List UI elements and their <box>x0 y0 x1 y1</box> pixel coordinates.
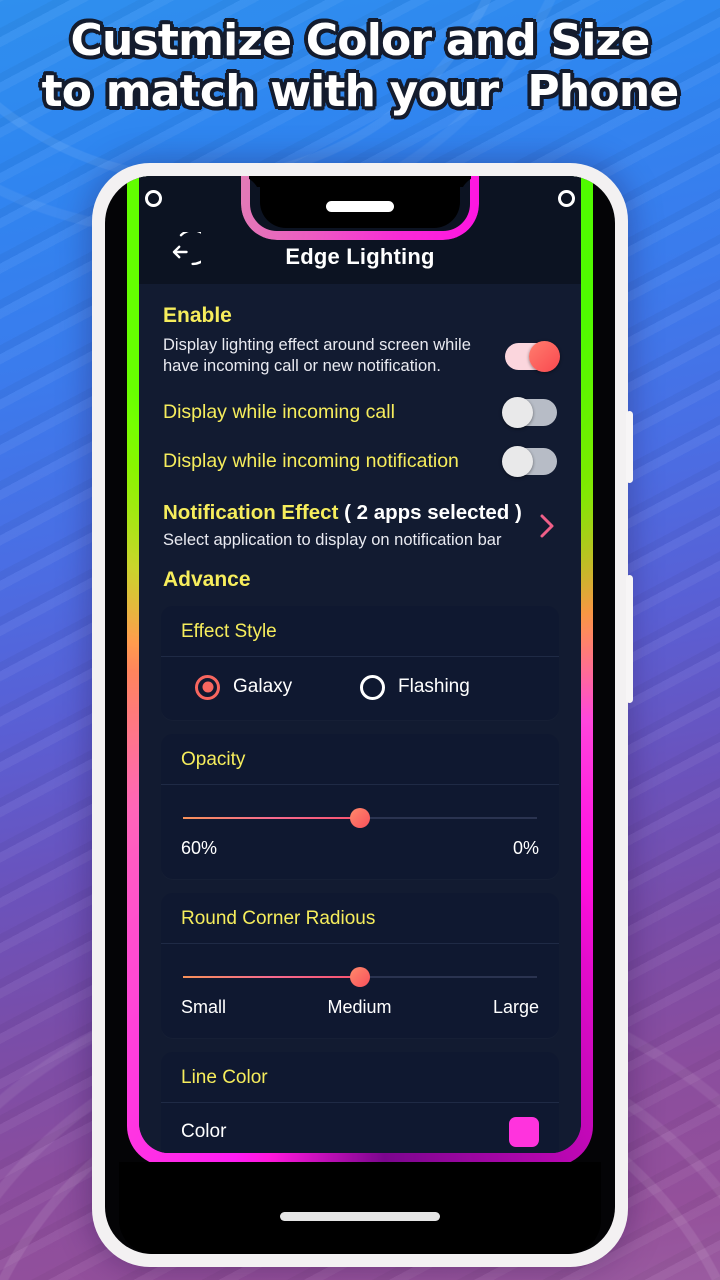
home-indicator[interactable] <box>280 1212 440 1221</box>
switch-label-incoming-notification: Display while incoming notification <box>163 450 459 473</box>
radio-flashing-icon[interactable] <box>360 674 385 700</box>
line-color-swatch[interactable] <box>509 1116 539 1147</box>
round-corner-slider-fill <box>183 975 360 978</box>
radio-flashing-label: Flashing <box>398 676 470 698</box>
earpiece-speaker <box>326 201 394 212</box>
opacity-right-label: 0% <box>512 837 539 858</box>
card-opacity: Opacity 60% 0% <box>161 733 559 879</box>
card-effect-style-body: Galaxy Flashing <box>161 657 559 720</box>
card-opacity-body: 60% 0% <box>161 785 559 879</box>
incoming-notification-toggle[interactable] <box>502 446 557 478</box>
section-label-advance: Advance <box>163 567 251 591</box>
card-opacity-title: Opacity <box>181 748 246 770</box>
section-label-enable: Enable <box>163 304 232 327</box>
line-color-row[interactable]: Color <box>161 1103 559 1153</box>
incoming-notification-toggle-knob <box>502 446 533 478</box>
opacity-scale: 60% 0% <box>181 838 539 859</box>
round-corner-slider[interactable] <box>183 966 537 988</box>
incoming-call-toggle[interactable] <box>502 397 557 429</box>
notification-effect-text: Notification Effect ( 2 apps selected ) … <box>163 501 529 550</box>
phone-screen: Edge Lighting Enable Display lighting ef… <box>105 176 615 1254</box>
card-effect-style-title: Effect Style <box>181 620 277 642</box>
opacity-slider-thumb[interactable] <box>350 807 370 828</box>
card-effect-style: Effect Style Galaxy Flashing <box>161 605 559 720</box>
headline-line-2: to match with your Phone <box>41 66 680 118</box>
edge-lighting-preview: Edge Lighting Enable Display lighting ef… <box>119 176 601 1166</box>
card-effect-style-header: Effect Style <box>161 606 559 657</box>
card-line-color-title: Line Color <box>181 1066 268 1088</box>
opacity-slider-fill <box>183 816 360 819</box>
promo-headline: Custmize Color and Size to match with yo… <box>0 18 720 115</box>
card-round-corner-header: Round Corner Radious <box>161 893 559 944</box>
phone-volume-button[interactable] <box>626 575 633 703</box>
notification-effect-title-line: Notification Effect ( 2 apps selected ) <box>163 501 529 526</box>
switch-row-incoming-call[interactable]: Display while incoming call <box>163 397 557 429</box>
radio-option-flashing[interactable]: Flashing <box>360 674 470 700</box>
chevron-right-icon[interactable] <box>537 510 557 542</box>
radio-galaxy-label: Galaxy <box>233 676 293 698</box>
phone-mockup: Edge Lighting Enable Display lighting ef… <box>92 163 633 1267</box>
settings-list: Enable Display lighting effect around sc… <box>139 284 581 1153</box>
round-corner-mid-label: Medium <box>327 996 392 1017</box>
app-content: Edge Lighting Enable Display lighting ef… <box>139 176 581 1153</box>
switch-row-incoming-notification[interactable]: Display while incoming notification <box>163 446 557 478</box>
enable-row[interactable]: Display lighting effect around screen wh… <box>163 335 560 377</box>
card-round-corner-radius: Round Corner Radious Small Medium Large <box>161 892 559 1038</box>
line-color-label: Color <box>181 1120 227 1142</box>
phone-power-button[interactable] <box>626 411 633 483</box>
round-corner-right-label: Large <box>492 996 539 1017</box>
opacity-left-label: 60% <box>181 837 218 858</box>
radio-option-galaxy[interactable]: Galaxy <box>181 674 360 700</box>
round-corner-scale: Small Medium Large <box>181 997 539 1018</box>
round-corner-slider-thumb[interactable] <box>350 966 370 987</box>
opacity-slider[interactable] <box>183 807 537 829</box>
notification-effect-count: ( 2 apps selected ) <box>344 501 522 525</box>
back-arrow-circle-icon[interactable] <box>161 229 211 272</box>
edge-glow-mask: Edge Lighting Enable Display lighting ef… <box>139 176 581 1153</box>
effect-style-radio-group: Galaxy Flashing <box>181 674 539 700</box>
front-camera-left-icon <box>145 190 162 207</box>
incoming-call-toggle-knob <box>502 397 533 429</box>
notification-effect-row[interactable]: Notification Effect ( 2 apps selected ) … <box>163 501 557 550</box>
card-opacity-header: Opacity <box>161 734 559 785</box>
promo-banner: Custmize Color and Size to match with yo… <box>0 0 720 1280</box>
notification-effect-subtitle: Select application to display on notific… <box>163 530 502 549</box>
card-round-corner-title: Round Corner Radious <box>181 907 376 929</box>
enable-toggle-knob <box>529 340 560 372</box>
radio-galaxy-icon[interactable] <box>195 674 220 700</box>
card-line-color: Line Color Color <box>161 1051 559 1153</box>
front-camera-right-icon <box>558 190 575 207</box>
enable-description: Display lighting effect around screen wh… <box>163 336 471 376</box>
card-line-color-header: Line Color <box>161 1052 559 1103</box>
switch-label-incoming-call: Display while incoming call <box>163 401 395 424</box>
page-title: Edge Lighting <box>285 244 435 269</box>
phone-chin <box>119 1162 601 1254</box>
enable-toggle[interactable] <box>505 340 560 372</box>
headline-line-1: Custmize Color and Size <box>70 15 650 66</box>
round-corner-left-label: Small <box>181 996 227 1017</box>
notification-effect-title: Notification Effect <box>163 501 339 525</box>
card-round-corner-body: Small Medium Large <box>161 944 559 1038</box>
